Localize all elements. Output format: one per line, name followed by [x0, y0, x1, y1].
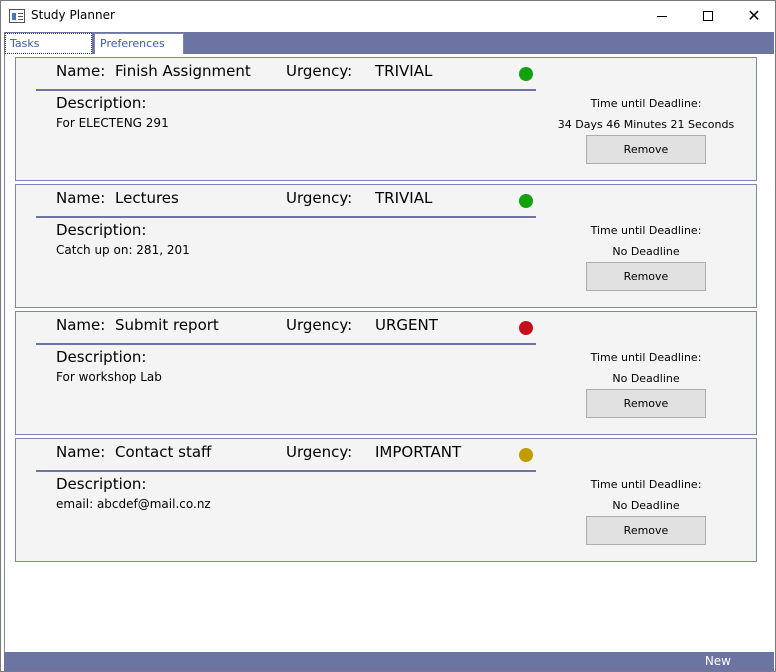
task-name: Finish Assignment	[115, 62, 251, 80]
description-label: Description:	[56, 475, 147, 493]
task-name: Contact staff	[115, 443, 212, 461]
deadline-label: Time until Deadline:	[590, 478, 702, 491]
urgency-indicator-icon	[519, 194, 533, 208]
app-window-icon	[9, 9, 25, 23]
maximize-button[interactable]	[685, 1, 731, 32]
window-title: Study Planner	[31, 8, 115, 22]
task-description: For workshop Lab	[56, 370, 162, 384]
urgency-label: Urgency:	[286, 62, 353, 80]
urgency-label: Urgency:	[286, 316, 353, 334]
close-icon: ✕	[747, 6, 761, 25]
task-card: Name: Submit report Urgency: URGENT Desc…	[15, 311, 757, 435]
task-description: email: abcdef@mail.co.nz	[56, 497, 211, 511]
close-button[interactable]: ✕	[731, 1, 776, 32]
task-name: Lectures	[115, 189, 179, 207]
separator	[36, 343, 536, 345]
separator	[36, 470, 536, 472]
description-label: Description:	[56, 94, 147, 112]
separator	[36, 89, 536, 91]
minimize-icon	[657, 16, 667, 17]
deadline-label: Time until Deadline:	[590, 224, 702, 237]
task-description: Catch up on: 281, 201	[56, 243, 190, 257]
name-label: Name:	[56, 62, 106, 80]
deadline-value: 34 Days 46 Minutes 21 Seconds	[557, 118, 735, 131]
urgency-value: URGENT	[375, 316, 438, 334]
remove-button[interactable]: Remove	[586, 389, 706, 418]
new-task-button[interactable]: New	[705, 654, 731, 668]
deadline-label: Time until Deadline:	[590, 351, 702, 364]
urgency-value: IMPORTANT	[375, 443, 462, 461]
tab-strip: Tasks Preferences	[4, 32, 774, 54]
urgency-indicator-icon	[519, 67, 533, 81]
deadline-value: No Deadline	[612, 245, 680, 258]
task-description: For ELECTENG 291	[56, 116, 169, 130]
urgency-value: TRIVIAL	[375, 62, 433, 80]
bottom-bar: New	[4, 652, 774, 671]
description-label: Description:	[56, 348, 147, 366]
tab-preferences[interactable]: Preferences	[94, 33, 184, 54]
separator	[36, 216, 536, 218]
urgency-indicator-icon	[519, 321, 533, 335]
urgency-label: Urgency:	[286, 443, 353, 461]
task-card: Name: Finish Assignment Urgency: TRIVIAL…	[15, 57, 757, 181]
task-card: Name: Contact staff Urgency: IMPORTANT D…	[15, 438, 757, 562]
name-label: Name:	[56, 443, 106, 461]
maximize-icon	[703, 11, 713, 21]
deadline-label: Time until Deadline:	[590, 97, 702, 110]
tab-tasks[interactable]: Tasks	[5, 33, 92, 54]
remove-button[interactable]: Remove	[586, 516, 706, 545]
urgency-value: TRIVIAL	[375, 189, 433, 207]
title-bar[interactable]: Study Planner ✕	[1, 1, 775, 32]
minimize-button[interactable]	[639, 1, 685, 32]
description-label: Description:	[56, 221, 147, 239]
remove-button[interactable]: Remove	[586, 262, 706, 291]
deadline-value: No Deadline	[612, 499, 680, 512]
task-name: Submit report	[115, 316, 219, 334]
task-card: Name: Lectures Urgency: TRIVIAL Descript…	[15, 184, 757, 308]
name-label: Name:	[56, 189, 106, 207]
urgency-label: Urgency:	[286, 189, 353, 207]
deadline-value: No Deadline	[612, 372, 680, 385]
task-list: Name: Finish Assignment Urgency: TRIVIAL…	[4, 54, 774, 652]
app-window: Study Planner ✕ Tasks Preferences Name: …	[0, 0, 776, 672]
urgency-indicator-icon	[519, 448, 533, 462]
name-label: Name:	[56, 316, 106, 334]
remove-button[interactable]: Remove	[586, 135, 706, 164]
